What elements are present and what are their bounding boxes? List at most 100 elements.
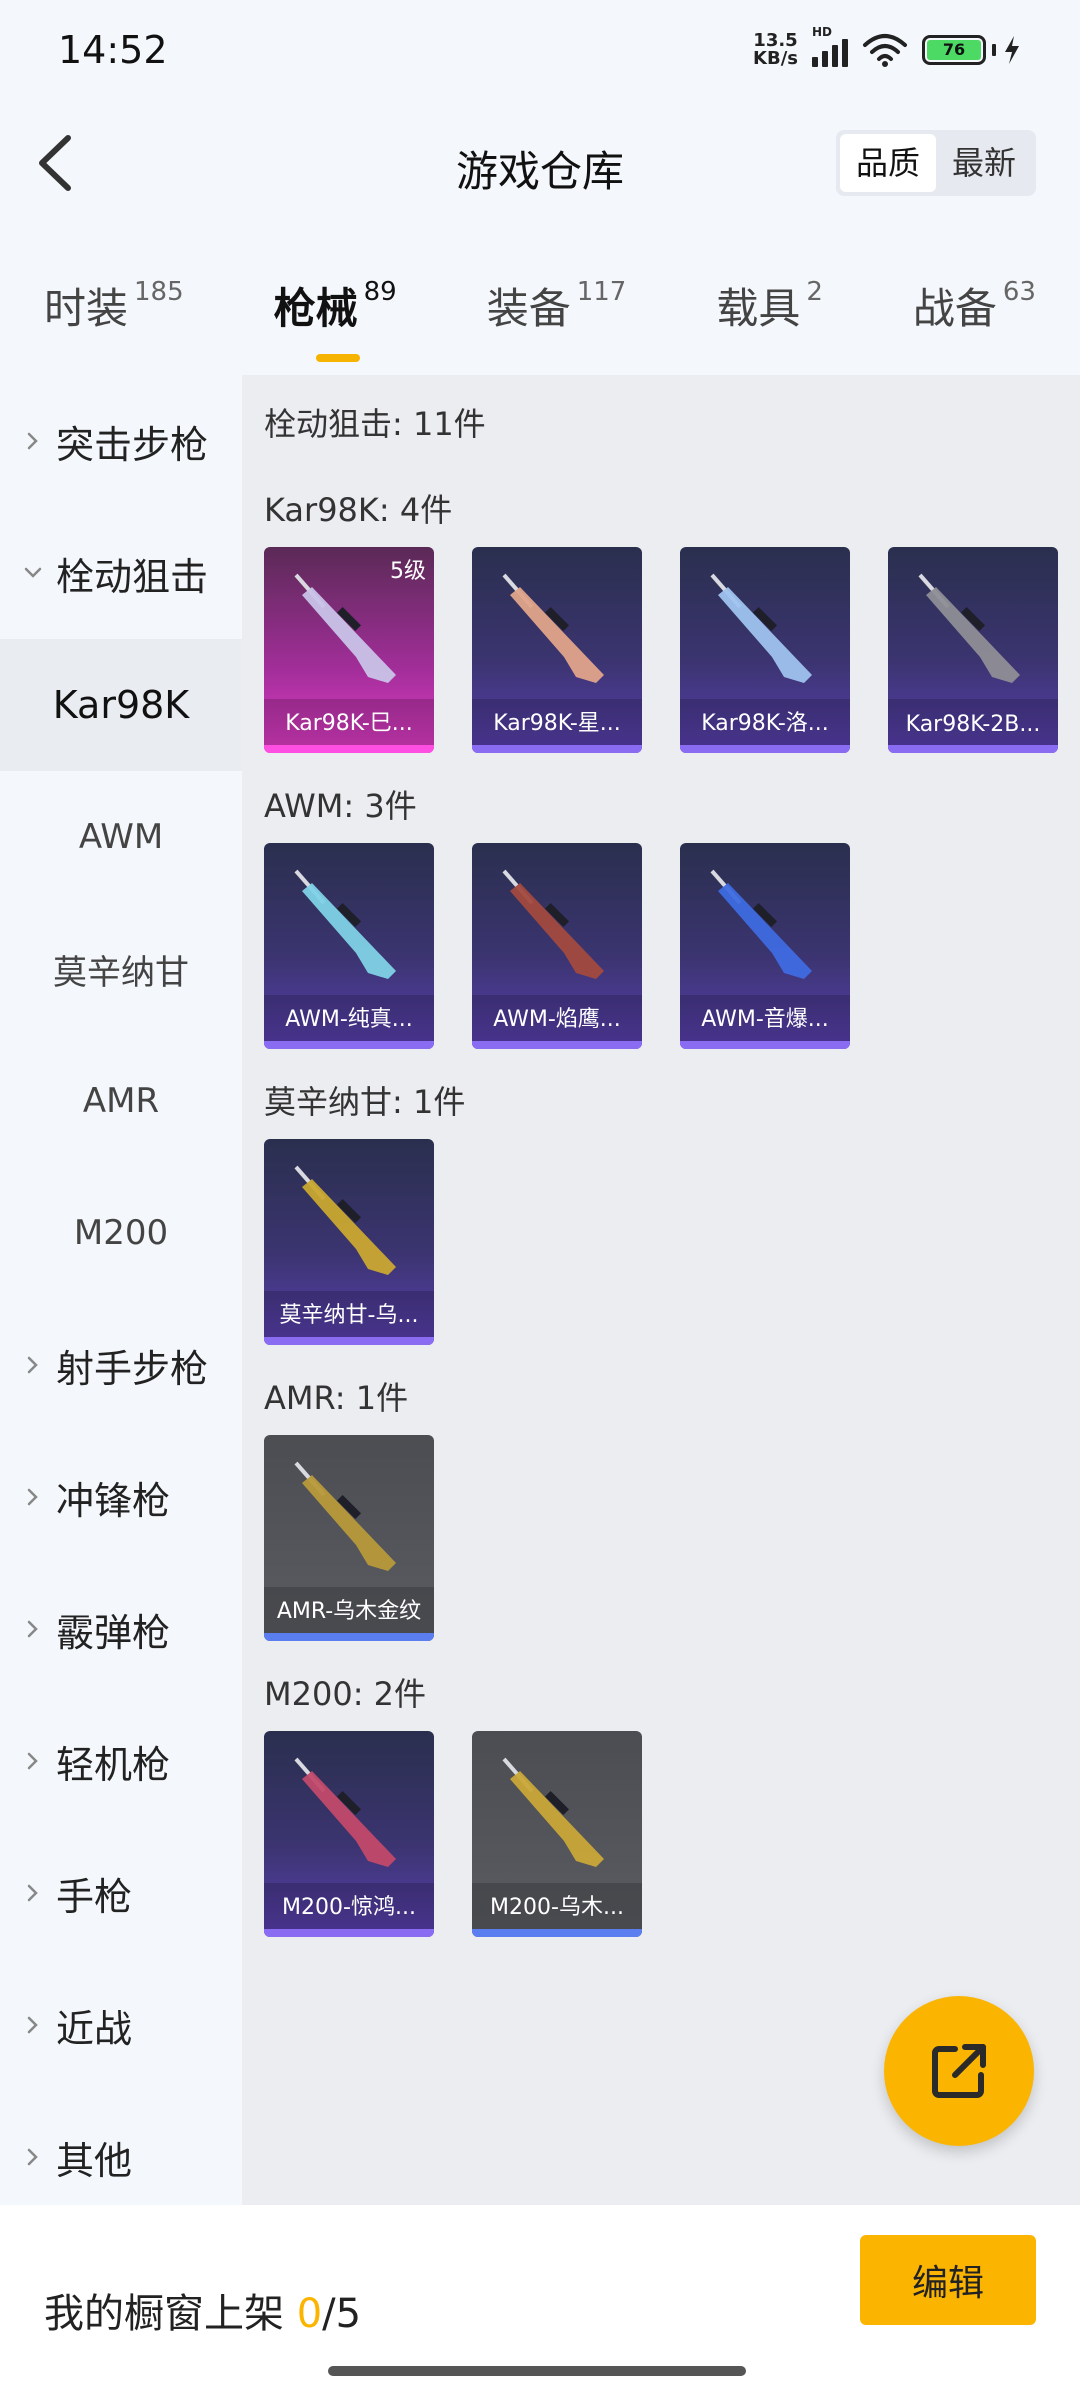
home-indicator[interactable] [328, 2366, 746, 2376]
sidebar-item-label: AMR [82, 1081, 160, 1121]
skin-name: AWM-焰鹰... [493, 1007, 621, 1032]
rifle-icon [294, 1757, 396, 1867]
weapon-type-sidebar: 突击步枪栓动狙击 Kar98K AWM 莫辛纳甘 AMR M200 射手步枪 冲锋枪霰弹枪轻机… [0, 375, 242, 2205]
weapon-skin-card[interactable]: AMR-乌木金纹 [264, 1435, 434, 1641]
weapon-grid: 栓动狙击: 11件 Kar98K: 4件 5级 Kar98K-巳... Kar98K-… [242, 375, 1080, 2205]
rifle-icon [294, 869, 396, 979]
sort-quality-option[interactable]: 品质 [839, 134, 936, 192]
rifle-icon [502, 1757, 604, 1867]
quality-bar [472, 1929, 642, 1937]
battery-level: 76 [927, 40, 981, 60]
group-title: AWM: 3件 [264, 787, 417, 825]
quality-bar [472, 1041, 642, 1049]
chevron-right-icon [27, 2148, 38, 2166]
sidebar-item[interactable]: 突击步枪 [0, 375, 242, 507]
sidebar-item[interactable]: 其他 [0, 2091, 242, 2223]
tab-label: 时装 [44, 283, 129, 333]
rifle-icon [918, 573, 1020, 683]
tab-vehicles[interactable]: 载具 2 [716, 275, 823, 336]
tab-supplies[interactable]: 战备 63 [913, 275, 1036, 336]
weapon-skin-card[interactable]: 5级 Kar98K-巳... [264, 547, 434, 753]
showcase-total-count: /5 [322, 2291, 362, 2337]
weapon-skin-card[interactable]: AWM-纯真... [264, 843, 434, 1049]
charging-bolt-icon [1005, 36, 1019, 64]
sidebar-item-label: 其他 [56, 2138, 133, 2183]
weapon-skin-card[interactable]: Kar98K-2B... [888, 547, 1058, 753]
rifle-icon [710, 869, 812, 979]
header: 游戏仓库 品质 最新 [0, 100, 1080, 230]
sidebar-item-label: 莫辛纳甘 [53, 952, 189, 993]
sidebar-item[interactable]: 轻机枪 [0, 1695, 242, 1827]
sidebar-item[interactable]: 霰弹枪 [0, 1563, 242, 1695]
skin-name: Kar98K-洛... [701, 711, 829, 736]
tab-outfits[interactable]: 时装 185 [44, 275, 184, 336]
quality-bar [264, 1633, 434, 1641]
quality-bar [264, 745, 434, 753]
weapon-skin-card[interactable]: AWM-音爆... [680, 843, 850, 1049]
weapon-skin-card[interactable]: M200-乌木... [472, 1731, 642, 1937]
weapon-skin-card[interactable]: AWM-焰鹰... [472, 843, 642, 1049]
skin-name: Kar98K-2B... [905, 712, 1041, 737]
category-summary: 栓动狙击: 11件 [264, 405, 486, 443]
sidebar-item[interactable]: 冲锋枪 [0, 1431, 242, 1563]
sidebar-item-label: 近战 [56, 2006, 133, 2051]
quality-bar [680, 1041, 850, 1049]
sidebar-item[interactable]: 近战 [0, 1959, 242, 2091]
sidebar-item[interactable]: 栓动狙击 [0, 507, 242, 639]
skin-name: AWM-纯真... [285, 1007, 413, 1032]
category-tabs: 时装 185 枪械 89 装备 117 载具 2 战备 63 [0, 250, 1080, 362]
rifle-icon [294, 1165, 396, 1275]
tab-label: 战备 [912, 283, 997, 333]
status-bar: 14:52 13.5 KB/s HD 76 [0, 0, 1080, 100]
weapon-skin-card[interactable]: 莫辛纳甘-乌... [264, 1139, 434, 1345]
sidebar-item[interactable]: 莫辛纳甘 [0, 903, 242, 1035]
quality-bar [264, 1041, 434, 1049]
chevron-right-icon [27, 1884, 38, 1902]
rifle-icon [710, 573, 812, 683]
chevron-right-icon [27, 2016, 38, 2034]
quality-bar [888, 745, 1058, 753]
sidebar-item-label: M200 [73, 1213, 169, 1253]
skin-name: AWM-音爆... [701, 1007, 829, 1032]
share-button[interactable] [884, 1996, 1034, 2146]
sidebar-item[interactable]: AWM [0, 771, 242, 903]
tab-count: 2 [806, 276, 823, 307]
rifle-icon [294, 1461, 396, 1571]
chevron-down-icon [24, 567, 42, 578]
rifle-icon [502, 573, 604, 683]
sidebar-item[interactable]: 射手步枪 [0, 1299, 242, 1431]
sidebar-item-label: 霰弹枪 [56, 1610, 171, 1655]
weapon-skin-card[interactable]: Kar98K-洛... [680, 547, 850, 753]
weapon-skin-card[interactable]: M200-惊鸿... [264, 1731, 434, 1937]
quality-bar [472, 745, 642, 753]
skin-name: 莫辛纳甘-乌... [279, 1303, 419, 1328]
tab-firearms[interactable]: 枪械 89 [274, 275, 397, 362]
weapon-skin-card[interactable]: Kar98K-星... [472, 547, 642, 753]
quality-bar [680, 745, 850, 753]
sidebar-item[interactable]: M200 [0, 1167, 242, 1299]
sidebar-item-label: 轻机枪 [56, 1742, 171, 1787]
status-icons: 13.5 KB/s HD 76 [753, 25, 1022, 68]
sidebar-item-label: Kar98K [52, 683, 190, 727]
sidebar-item[interactable]: 手枪 [0, 1827, 242, 1959]
tab-label: 载具 [716, 283, 801, 333]
edit-button[interactable]: 编辑 [860, 2235, 1036, 2325]
group-title: AMR: 1件 [264, 1379, 409, 1417]
share-external-icon [932, 2044, 986, 2098]
showcase-current-count: 0 [296, 2291, 323, 2337]
sidebar-item-label: 栓动狙击 [56, 554, 209, 599]
sidebar-item[interactable]: AMR [0, 1035, 242, 1167]
chevron-right-icon [27, 1488, 38, 1506]
quality-bar [264, 1929, 434, 1937]
chevron-right-icon [27, 1752, 38, 1770]
sidebar-item-label: 突击步枪 [56, 422, 209, 467]
skin-name: M200-乌木... [490, 1895, 624, 1920]
tab-count: 117 [576, 276, 627, 307]
sort-newest-option[interactable]: 最新 [936, 134, 1032, 192]
status-time: 14:52 [58, 28, 168, 72]
group-title: Kar98K: 4件 [264, 491, 453, 529]
tab-equipment[interactable]: 装备 117 [487, 275, 627, 336]
skin-name: Kar98K-巳... [285, 711, 413, 736]
chevron-right-icon [27, 432, 38, 450]
sidebar-item[interactable]: Kar98K [0, 639, 242, 771]
